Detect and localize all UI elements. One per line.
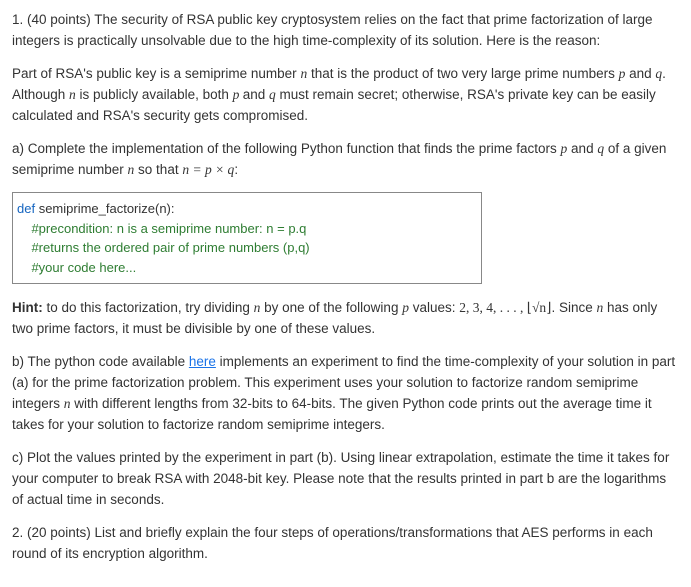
var-p: p — [402, 300, 409, 315]
hint-label: Hint: — [12, 300, 43, 315]
keyword-def: def — [17, 201, 39, 216]
text-fragment: : — [234, 162, 238, 177]
q1-part-a: a) Complete the implementation of the fo… — [12, 139, 679, 181]
text-fragment: so that — [134, 162, 182, 177]
text-fragment: is publicly available, both — [76, 87, 233, 102]
q1-part-c: c) Plot the values printed by the experi… — [12, 448, 679, 511]
q1-intro-1: 1. (40 points) The security of RSA publi… — [12, 10, 679, 52]
text-fragment: b) The python code available — [12, 354, 189, 369]
var-n: n — [69, 87, 76, 102]
code-line-3: #returns the ordered pair of prime numbe… — [17, 238, 477, 258]
text-fragment: that is the product of two very large pr… — [307, 66, 618, 81]
here-link[interactable]: here — [189, 354, 216, 369]
code-line-2: #precondition: n is a semiprime number: … — [17, 219, 477, 239]
code-line-1: def semiprime_factorize(n): — [17, 199, 477, 219]
text-fragment: with different lengths from 32-bits to 6… — [12, 396, 652, 432]
q1-hint: Hint: to do this factorization, try divi… — [12, 298, 679, 340]
var-p: p — [233, 87, 243, 102]
text-fragment: by one of the following — [260, 300, 402, 315]
q1-intro-2: Part of RSA's public key is a semiprime … — [12, 64, 679, 127]
text-fragment: a) Complete the implementation of the fo… — [12, 141, 561, 156]
text-fragment: to do this factorization, try dividing — [43, 300, 254, 315]
text-fragment: and — [567, 141, 597, 156]
text-fragment: . Since — [551, 300, 596, 315]
var-n: n — [64, 396, 71, 411]
math-sequence: 2, 3, 4, . . . , ⌊√n⌋ — [459, 300, 551, 315]
q1-part-b: b) The python code available here implem… — [12, 352, 679, 436]
code-line-4: #your code here... — [17, 258, 477, 278]
q2-text: 2. (20 points) List and briefly explain … — [12, 523, 679, 565]
text-fragment: and — [625, 66, 655, 81]
text-fragment: values: — [409, 300, 459, 315]
var-q: q — [269, 87, 276, 102]
text-fragment: and — [243, 87, 269, 102]
equation: n = p × q — [182, 162, 234, 177]
text-fragment: Part of RSA's public key is a semiprime … — [12, 66, 300, 81]
code-block: def semiprime_factorize(n): #preconditio… — [12, 192, 482, 284]
func-name: semiprime_factorize(n): — [39, 201, 175, 216]
